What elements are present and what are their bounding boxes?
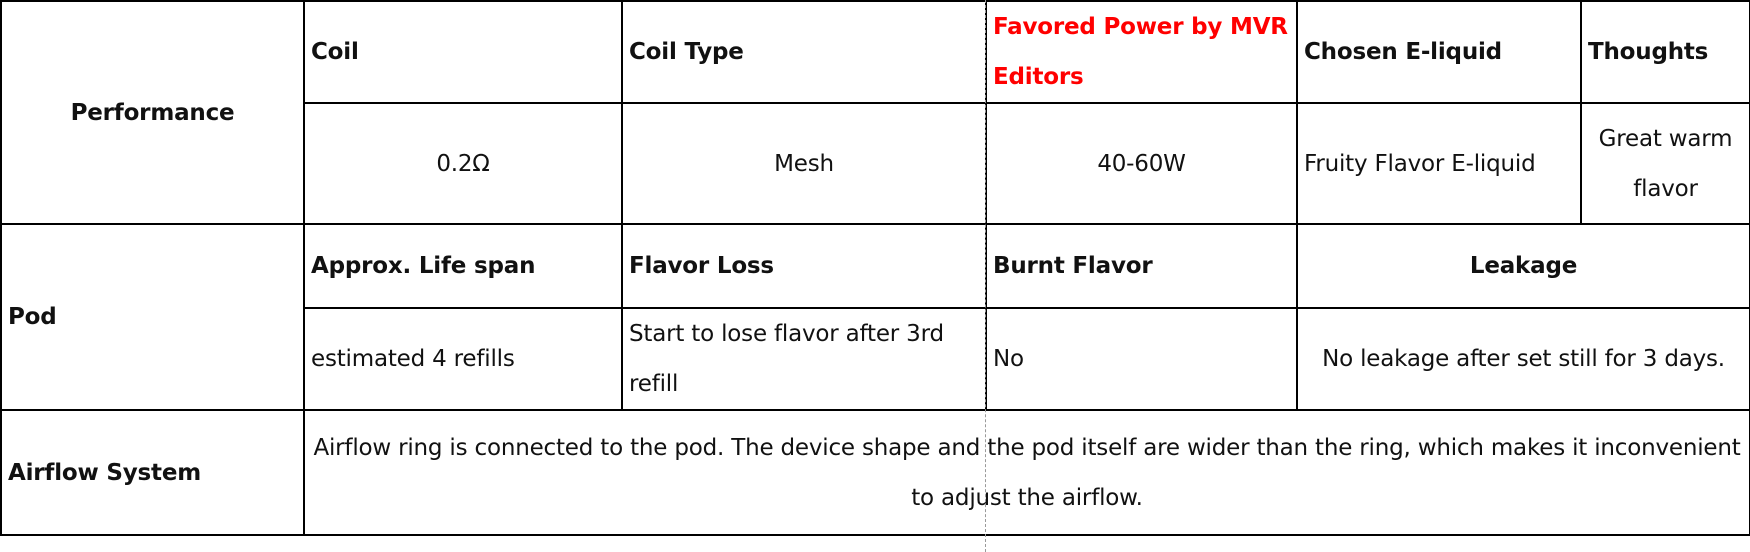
pod-header-row: Pod Approx. Life span Flavor Loss Burnt … — [0, 223, 1750, 411]
coil-header: Coil — [303, 0, 623, 104]
airflow-description: Airflow ring is connected to the pod. Th… — [303, 409, 1750, 536]
life-span-value: estimated 4 refills — [303, 307, 623, 411]
leakage-header: Leakage — [1296, 223, 1750, 309]
chosen-eliquid-value: Fruity Flavor E-liquid — [1296, 102, 1582, 225]
pod-section-label: Pod — [0, 223, 305, 411]
burnt-flavor-value: No — [985, 307, 1298, 411]
favored-power-header: Favored Power by MVR Editors — [985, 0, 1298, 104]
flavor-loss-value: Start to lose flavor after 3rd refill — [621, 307, 987, 411]
leakage-value: No leakage after set still for 3 days. — [1296, 307, 1750, 411]
flavor-loss-header: Flavor Loss — [621, 223, 987, 309]
airflow-row: Airflow System Airflow ring is connected… — [0, 409, 1750, 536]
review-spec-table: Performance Coil Coil Type Favored Power… — [0, 0, 1750, 536]
airflow-section-label: Airflow System — [0, 409, 305, 536]
burnt-flavor-header: Burnt Flavor — [985, 223, 1298, 309]
performance-section-label: Performance — [0, 0, 305, 225]
thoughts-header: Thoughts — [1580, 0, 1750, 104]
thoughts-value: Great warm flavor — [1580, 102, 1750, 225]
favored-power-value: 40-60W — [985, 102, 1298, 225]
coil-value: 0.2Ω — [303, 102, 623, 225]
coil-type-value: Mesh — [621, 102, 987, 225]
life-span-header: Approx. Life span — [303, 223, 623, 309]
chosen-eliquid-header: Chosen E-liquid — [1296, 0, 1582, 104]
coil-type-header: Coil Type — [621, 0, 987, 104]
performance-header-row: Performance Coil Coil Type Favored Power… — [0, 0, 1750, 225]
